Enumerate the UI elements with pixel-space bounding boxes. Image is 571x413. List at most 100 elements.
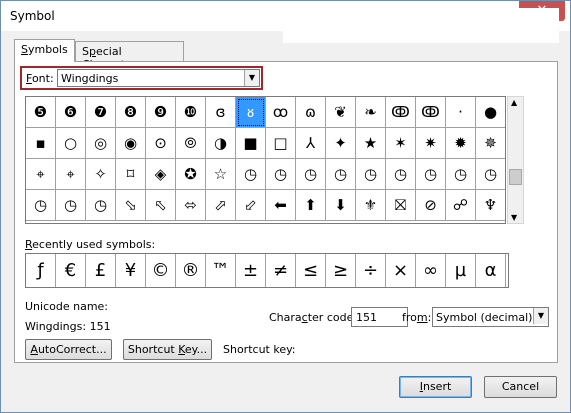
symbol-cell[interactable]: ◉ <box>116 128 146 159</box>
symbol-cell[interactable]: ⚜ <box>356 190 386 221</box>
recent-symbol-cell[interactable]: ® <box>176 254 206 287</box>
symbol-cell[interactable]: ⌖ <box>56 159 86 190</box>
symbol-cell[interactable]: ♆ <box>476 190 505 221</box>
symbol-cell[interactable]: ○ <box>56 128 86 159</box>
symbol-cell[interactable]: ◷ <box>476 159 505 190</box>
tab-special-characters[interactable]: Special Characters <box>75 41 184 71</box>
cancel-button[interactable]: Cancel <box>484 376 557 398</box>
symbol-cell[interactable]: ⬄ <box>176 190 206 221</box>
symbol-cell[interactable]: ꝏ <box>266 97 296 128</box>
symbol-cell[interactable]: ⬁ <box>146 190 176 221</box>
symbol-cell[interactable]: ᴕ <box>236 97 266 128</box>
symbol-cell[interactable]: ⬂ <box>116 190 146 221</box>
symbol-cell[interactable]: ⊙ <box>146 128 176 159</box>
symbol-cell[interactable]: ❧ <box>356 97 386 128</box>
recent-symbol-cell[interactable]: € <box>56 254 86 287</box>
scroll-down-icon[interactable]: ▼ <box>511 213 517 222</box>
recent-symbol-cell[interactable]: µ <box>446 254 476 287</box>
symbol-cell[interactable]: ☍ <box>446 190 476 221</box>
symbol-cell[interactable]: □ <box>266 128 296 159</box>
symbol-cell[interactable]: ❽ <box>116 97 146 128</box>
symbol-cell[interactable]: ◷ <box>266 159 296 190</box>
symbol-cell[interactable]: ❿ <box>176 97 206 128</box>
symbol-grid-scrollbar[interactable]: ▲ ▼ <box>507 96 524 224</box>
chevron-down-icon[interactable]: ▼ <box>244 70 259 86</box>
symbol-cell[interactable]: ◎ <box>86 128 116 159</box>
recent-symbol-cell[interactable]: ± <box>236 254 266 287</box>
symbol-cell[interactable]: ▪ <box>26 128 56 159</box>
symbol-cell[interactable]: ✦ <box>326 128 356 159</box>
symbol-cell[interactable]: ✪ <box>176 159 206 190</box>
symbol-cell[interactable]: ⦾ <box>176 128 206 159</box>
symbol-cell[interactable]: ◷ <box>446 159 476 190</box>
symbol-dialog: Symbol ✕ Symbols Special Characters Font… <box>0 0 571 413</box>
font-value: Wingdings <box>61 72 119 85</box>
symbol-cell[interactable]: ◷ <box>356 159 386 190</box>
symbol-cell[interactable]: ◷ <box>236 159 266 190</box>
insert-button[interactable]: Insert <box>399 376 472 398</box>
symbol-cell[interactable]: ✵ <box>476 128 505 159</box>
symbol-cell[interactable]: ✧ <box>86 159 116 190</box>
symbol-cell[interactable]: ↂ <box>386 97 416 128</box>
recent-symbol-cell[interactable]: ™ <box>206 254 236 287</box>
symbol-cell[interactable]: ɷ <box>296 97 326 128</box>
symbol-cell[interactable]: ◷ <box>56 190 86 221</box>
symbol-cell[interactable]: ◷ <box>416 159 446 190</box>
symbol-cell[interactable]: ⅄ <box>296 128 326 159</box>
symbol-cell[interactable]: ◷ <box>386 159 416 190</box>
symbol-cell[interactable]: ◑ <box>206 128 236 159</box>
symbol-cell[interactable]: ⬆ <box>296 190 326 221</box>
recent-symbol-cell[interactable]: ≥ <box>326 254 356 287</box>
symbol-cell[interactable]: ⛝ <box>386 190 416 221</box>
symbol-cell[interactable]: ⬃ <box>236 190 266 221</box>
recent-symbols-label: Recently used symbols: <box>25 238 156 251</box>
symbol-cell[interactable]: · <box>446 97 476 128</box>
recent-symbol-cell[interactable]: ≠ <box>266 254 296 287</box>
symbol-cell[interactable]: ↂ <box>416 97 446 128</box>
symbol-cell[interactable]: ⌖ <box>26 159 56 190</box>
recent-symbol-cell[interactable]: ¥ <box>116 254 146 287</box>
symbol-cell[interactable]: ❻ <box>56 97 86 128</box>
symbol-cell[interactable]: ⬇ <box>326 190 356 221</box>
symbol-cell[interactable]: ★ <box>356 128 386 159</box>
symbol-cell[interactable]: ✶ <box>386 128 416 159</box>
symbol-grid: ❺ ❻ ❼ ❽ ❾ ❿ ɞ ᴕ ꝏ ɷ ❦ ❧ ↂ ↂ · ● ▪ ○ ◎ ◉ ⊙ ⦾ ◑ ■ □ ⅄ ✦ ★ ✶ ✷ ✹ ✵ ⌖ ⌖ ✧ ⌑ ◈ ✪ ☆ ◷… <box>25 96 506 224</box>
symbol-cell[interactable]: ☆ <box>206 159 236 190</box>
symbol-cell[interactable]: ◷ <box>26 190 56 221</box>
recent-symbol-cell[interactable]: £ <box>86 254 116 287</box>
symbol-cell[interactable]: ◷ <box>326 159 356 190</box>
symbol-cell[interactable]: ✷ <box>416 128 446 159</box>
scroll-up-icon[interactable]: ▲ <box>511 98 517 107</box>
autocorrect-button[interactable]: AutoCorrect... <box>25 339 112 360</box>
symbol-cell[interactable]: ❺ <box>26 97 56 128</box>
recent-symbol-cell[interactable]: ≤ <box>296 254 326 287</box>
symbol-cell[interactable]: ◷ <box>296 159 326 190</box>
character-code-input[interactable]: 151 <box>351 307 408 327</box>
symbol-cell[interactable]: ❦ <box>326 97 356 128</box>
symbol-cell[interactable]: ◷ <box>86 190 116 221</box>
from-select[interactable]: Symbol (decimal) ▼ <box>432 307 549 327</box>
symbol-cell[interactable]: ■ <box>236 128 266 159</box>
symbol-cell[interactable]: ✹ <box>446 128 476 159</box>
chevron-down-icon[interactable]: ▼ <box>533 308 548 324</box>
recent-symbol-cell[interactable]: α <box>476 254 506 287</box>
symbol-cell[interactable]: ⬅ <box>266 190 296 221</box>
recent-symbol-cell[interactable]: ∞ <box>416 254 446 287</box>
recent-symbol-cell[interactable]: © <box>146 254 176 287</box>
symbol-cell[interactable]: ⬀ <box>206 190 236 221</box>
symbol-cell[interactable]: ❼ <box>86 97 116 128</box>
recent-symbol-cell[interactable]: ÷ <box>356 254 386 287</box>
symbol-cell[interactable]: ⌑ <box>116 159 146 190</box>
shortcut-key-button[interactable]: Shortcut Key... <box>123 339 212 360</box>
symbol-cell[interactable]: ◈ <box>146 159 176 190</box>
symbols-panel: Font: Wingdings ▼ ❺ ❻ ❼ ❽ ❾ ❿ ɞ ᴕ ꝏ ɷ ❦ ❧ ↂ ↂ · ● ▪ ○ ◎ ◉ ⊙ ⦾… <box>14 61 558 363</box>
scroll-thumb[interactable] <box>509 169 522 185</box>
symbol-cell[interactable]: ❾ <box>146 97 176 128</box>
symbol-cell[interactable]: ⊘ <box>416 190 446 221</box>
recent-symbol-cell[interactable]: ƒ <box>26 254 56 287</box>
tab-symbols[interactable]: Symbols <box>14 39 75 62</box>
font-select[interactable]: Wingdings ▼ <box>57 69 260 87</box>
recent-symbol-cell[interactable]: × <box>386 254 416 287</box>
symbol-cell[interactable]: ● <box>476 97 505 128</box>
symbol-cell[interactable]: ɞ <box>206 97 236 128</box>
